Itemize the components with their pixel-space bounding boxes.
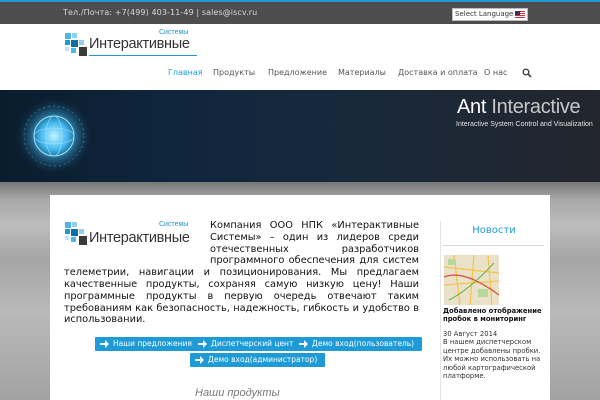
banner-subtitle: Interactive System Control and Visualiza… bbox=[456, 121, 593, 128]
news-sidebar: Новости Добавлено отображение пробок в м… bbox=[440, 221, 546, 400]
nav-item-materials[interactable]: Материалы bbox=[338, 68, 386, 77]
top-contact-bar: Тел./Почта: +7(499) 403-11-49 | sales@is… bbox=[0, 0, 600, 24]
banner-title-interactive: Interactive bbox=[491, 96, 581, 118]
news-headline[interactable]: Добавлено отображение пробок в мониторин… bbox=[443, 307, 546, 323]
demo-user-button-label: Демо вход(пользователь) bbox=[312, 339, 415, 348]
demo-admin-button-label: Демо вход(администратор) bbox=[208, 355, 318, 364]
language-select-label: Select Language bbox=[455, 10, 514, 18]
logo-systems-label: Системы bbox=[159, 29, 189, 36]
news-date: 30 Август 2014 bbox=[443, 330, 498, 338]
logo-squares-icon bbox=[65, 33, 87, 56]
demo-admin-button[interactable]: Демо вход(администратор) bbox=[190, 353, 326, 367]
news-divider bbox=[443, 245, 544, 246]
site-logo[interactable]: Системы Интерактивные bbox=[63, 29, 203, 63]
dispatch-center-button-label: Диспетчерский центр bbox=[211, 339, 299, 348]
intro-paragraph: Компания ООО НПК «Интерактивные Системы»… bbox=[64, 220, 419, 326]
products-heading: Наши продукты bbox=[195, 387, 280, 399]
arrow-right-icon bbox=[299, 340, 308, 348]
nav-item-home[interactable]: Главная bbox=[168, 68, 203, 77]
dispatch-center-button[interactable]: Диспетчерский центр bbox=[193, 337, 307, 351]
language-select[interactable]: Select Language bbox=[452, 8, 528, 21]
nav-item-about[interactable]: О нас bbox=[484, 68, 507, 77]
main-navigation: Главная Продукты Предложение Материалы Д… bbox=[0, 68, 600, 86]
nav-item-offer[interactable]: Предложение bbox=[268, 68, 327, 77]
flag-icon bbox=[515, 11, 525, 18]
traffic-map-thumbnail[interactable] bbox=[444, 255, 499, 305]
site-header: Системы Интерактивные Главная Продукты П… bbox=[0, 24, 600, 90]
arrow-right-icon bbox=[195, 356, 204, 364]
banner-title: Ant Interactive bbox=[457, 96, 581, 119]
nav-item-products[interactable]: Продукты bbox=[213, 68, 255, 77]
hero-banner: Ant Interactive Interactive System Contr… bbox=[0, 90, 600, 182]
banner-title-ant: Ant bbox=[457, 96, 487, 118]
news-title: Новости bbox=[472, 225, 516, 236]
news-body: В нашем диспетчерском центре добавлены п… bbox=[443, 338, 541, 381]
arrow-right-icon bbox=[198, 340, 207, 348]
contacts-text: Тел./Почта: +7(499) 403-11-49 | sales@is… bbox=[63, 8, 258, 17]
demo-user-button[interactable]: Демо вход(пользователь) bbox=[294, 337, 423, 351]
nav-item-delivery[interactable]: Доставка и оплата bbox=[398, 68, 478, 77]
logo-brand-text: Интерактивные bbox=[89, 36, 190, 52]
globe-icon bbox=[14, 96, 94, 176]
offers-button-label: Наши предложения bbox=[113, 339, 192, 348]
offers-button[interactable]: Наши предложения bbox=[95, 337, 200, 351]
arrow-right-icon bbox=[100, 340, 109, 348]
logo-underline bbox=[89, 55, 197, 56]
search-icon[interactable] bbox=[522, 68, 532, 78]
